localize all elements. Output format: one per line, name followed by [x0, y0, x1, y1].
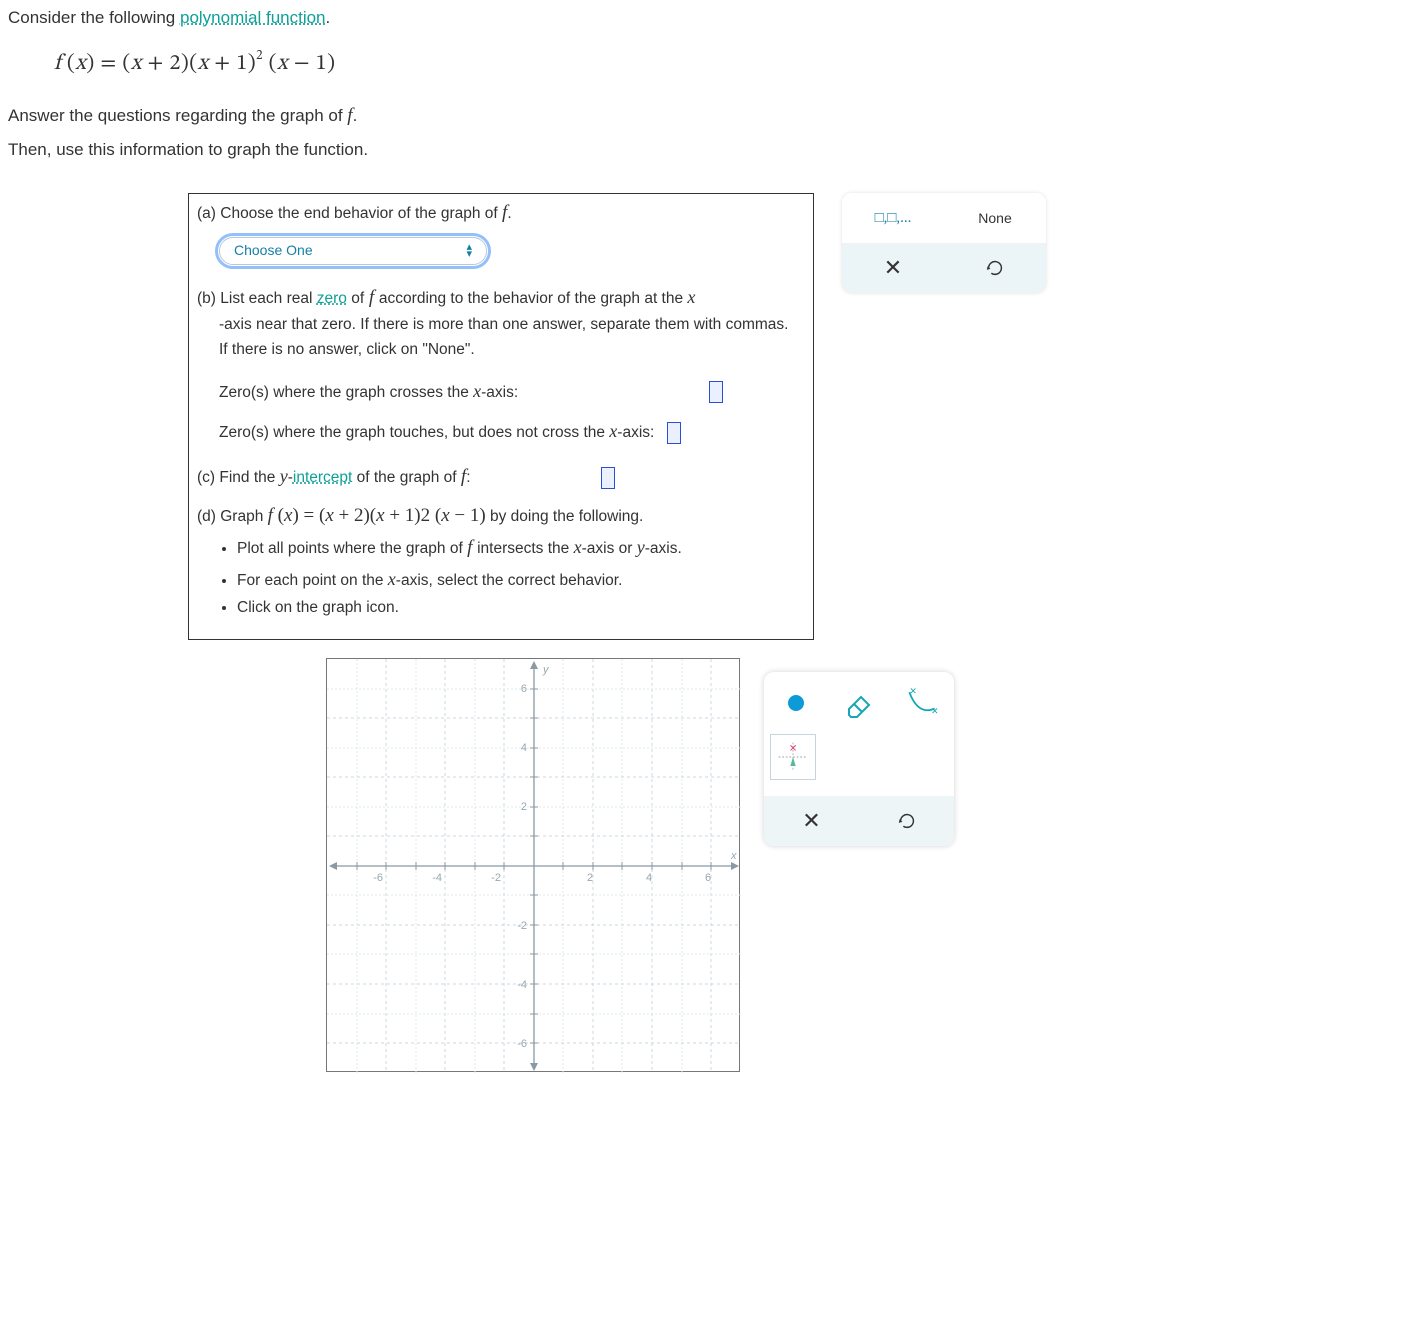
svg-text:-4: -4	[432, 872, 442, 884]
close-icon: ✕	[884, 255, 902, 281]
svg-text:✕: ✕	[931, 706, 939, 716]
point-tool-button[interactable]	[764, 672, 827, 734]
graph-clear-button[interactable]: ✕	[764, 796, 859, 846]
part-a-label: (a)	[197, 205, 220, 222]
svg-text:-4: -4	[517, 979, 527, 991]
svg-text:✕: ✕	[910, 686, 918, 696]
part-d-bullets: Plot all points where the graph of f int…	[219, 533, 805, 621]
none-button[interactable]: None	[944, 193, 1046, 243]
chevron-updown-icon: ▴▾	[466, 244, 472, 257]
svg-text:-2: -2	[491, 872, 501, 884]
zeros-crosses-row: Zero(s) where the graph crosses the x-ax…	[219, 377, 805, 406]
zeros-crosses-input[interactable]	[709, 381, 723, 403]
curve-tool-button[interactable]: ✕ ✕	[891, 672, 954, 734]
part-d: (d) Graph f (x) = (x + 2)(x + 1)2 (x − 1…	[189, 497, 813, 639]
part-c-label: (c)	[197, 469, 219, 486]
svg-text:4: 4	[521, 742, 527, 754]
behavior-cross-touch-icon: ✕	[775, 739, 811, 775]
undo-icon	[984, 257, 1006, 279]
point-icon	[788, 695, 804, 711]
question-box: (a) Choose the end behavior of the graph…	[188, 193, 814, 640]
end-behavior-select[interactable]: Choose One ▴▾	[219, 237, 487, 265]
intro-prefix: Consider the following	[8, 8, 180, 27]
function-formula: f (x) = (x + 2)(x + 1)2 (x − 1)	[54, 50, 1409, 78]
svg-text:x: x	[730, 850, 737, 862]
part-a: (a) Choose the end behavior of the graph…	[189, 194, 813, 278]
prompt-line-2: Then, use this information to graph the …	[8, 136, 1409, 165]
graph-tools-palette: ✕ ✕ ✕ ✕	[764, 672, 954, 846]
part-c: (c) Find the y-intercept of the graph of…	[189, 458, 813, 496]
svg-text:-2: -2	[517, 920, 527, 932]
part-b-label: (b)	[197, 290, 220, 307]
svg-text:-6: -6	[517, 1038, 527, 1050]
prompt-line-1: Answer the questions regarding the graph…	[8, 100, 1409, 132]
close-icon: ✕	[802, 808, 820, 834]
eraser-icon	[841, 685, 877, 721]
intro-suffix: .	[326, 8, 331, 27]
graph-canvas[interactable]: 2 4 6 -2 -4 -6 2 4 6 -2 -4 -6 y x	[326, 658, 740, 1072]
zeros-touches-row: Zero(s) where the graph touches, but doe…	[219, 417, 805, 446]
svg-text:2: 2	[587, 872, 593, 884]
eraser-tool-button[interactable]	[827, 672, 890, 734]
curve-icon: ✕ ✕	[904, 685, 940, 721]
intercept-link[interactable]: intercept	[293, 469, 352, 486]
part-b: (b) List each real zero of f according t…	[189, 279, 813, 459]
svg-text:✕: ✕	[789, 744, 797, 755]
part-a-text: Choose the end behavior of the graph of	[220, 205, 502, 222]
svg-text:y: y	[542, 664, 550, 676]
svg-text:4: 4	[646, 872, 652, 884]
behavior-tool-button[interactable]: ✕	[770, 734, 816, 780]
undo-button[interactable]	[944, 243, 1046, 293]
polynomial-function-link[interactable]: polynomial function	[180, 8, 326, 27]
answer-format-palette: □,□,... None ✕	[842, 193, 1046, 293]
undo-icon	[896, 810, 918, 832]
y-intercept-input[interactable]	[601, 467, 615, 489]
svg-text:6: 6	[705, 872, 711, 884]
grid: 2 4 6 -2 -4 -6 2 4 6 -2 -4 -6 y x	[327, 659, 741, 1073]
zero-link[interactable]: zero	[317, 290, 347, 307]
svg-text:6: 6	[521, 683, 527, 695]
zeros-touches-input[interactable]	[667, 422, 681, 444]
svg-text:-6: -6	[373, 872, 383, 884]
list-format-button[interactable]: □,□,...	[842, 193, 944, 243]
svg-text:2: 2	[521, 801, 527, 813]
select-placeholder: Choose One	[234, 239, 313, 261]
part-d-label: (d)	[197, 508, 220, 525]
clear-button[interactable]: ✕	[842, 243, 944, 293]
graph-undo-button[interactable]	[859, 796, 954, 846]
intro-text: Consider the following polynomial functi…	[8, 8, 1409, 28]
